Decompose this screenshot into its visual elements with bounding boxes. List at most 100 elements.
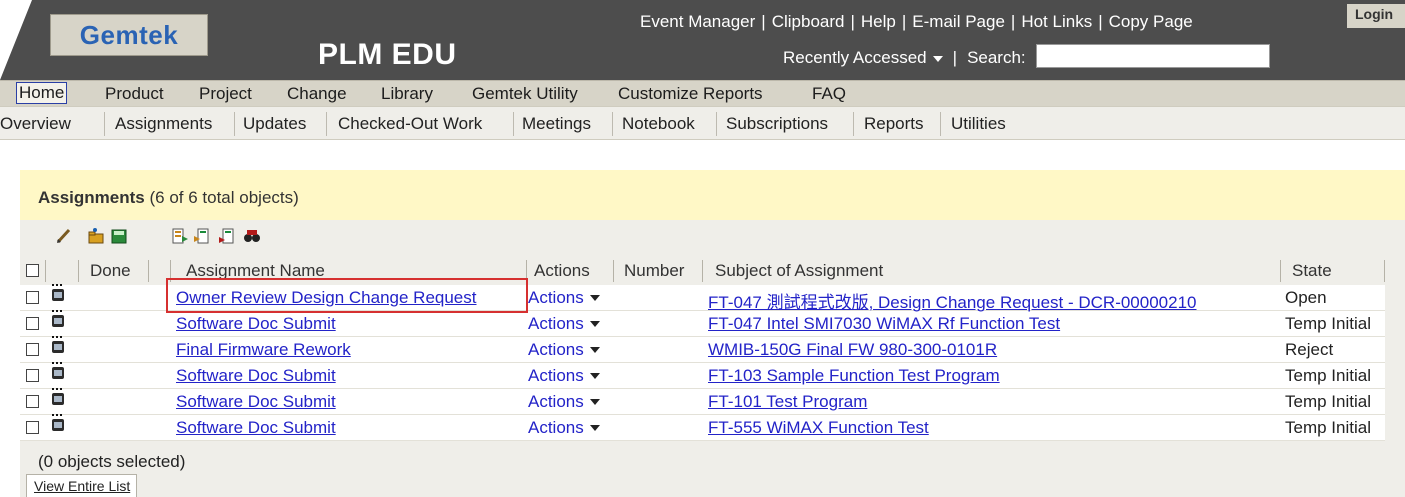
view-entire-list-button[interactable]: View Entire List xyxy=(26,474,138,497)
menu-home[interactable]: Home xyxy=(16,82,68,104)
menu-customize-reports[interactable]: Customize Reports xyxy=(618,84,763,104)
move-icon[interactable] xyxy=(217,226,237,246)
task-icon[interactable] xyxy=(51,310,65,328)
menu-change[interactable]: Change xyxy=(287,84,347,104)
assignment-link[interactable]: Software Doc Submit xyxy=(176,418,336,438)
actions-menu[interactable]: Actions xyxy=(528,314,600,334)
state-value: Temp Initial xyxy=(1285,314,1371,333)
recently-accessed-label: Recently Accessed xyxy=(783,48,927,67)
chevron-down-icon xyxy=(932,55,943,62)
actions-menu[interactable]: Actions xyxy=(528,288,600,308)
tab-updates[interactable]: Updates xyxy=(243,114,306,134)
actions-label: Actions xyxy=(528,366,584,385)
edit-icon[interactable] xyxy=(54,226,74,246)
state-value: Open xyxy=(1285,288,1327,307)
actions-label: Actions xyxy=(528,288,584,307)
email-page-link[interactable]: E-mail Page xyxy=(912,12,1005,31)
selection-status: (0 objects selected) xyxy=(38,452,186,471)
row-checkbox[interactable] xyxy=(26,421,39,434)
tab-overview[interactable]: Overview xyxy=(0,114,71,134)
separator: | xyxy=(761,12,766,31)
tab-assignments[interactable]: Assignments xyxy=(115,114,212,134)
chevron-down-icon xyxy=(589,321,600,327)
copy-page-link[interactable]: Copy Page xyxy=(1109,12,1193,31)
row-checkbox[interactable] xyxy=(26,395,39,408)
task-icon[interactable] xyxy=(51,336,65,354)
tab-divider xyxy=(716,112,717,136)
tab-divider xyxy=(104,112,105,136)
tab-subscriptions[interactable]: Subscriptions xyxy=(726,114,828,134)
menu-library[interactable]: Library xyxy=(381,84,433,104)
help-link[interactable]: Help xyxy=(861,12,896,31)
subject-link[interactable]: WMIB-150G Final FW 980-300-0101R xyxy=(708,340,997,360)
chevron-down-icon xyxy=(589,373,600,379)
clipboard-link[interactable]: Clipboard xyxy=(772,12,845,31)
column-header-done[interactable]: Done xyxy=(90,258,131,284)
row-checkbox[interactable] xyxy=(26,291,39,304)
menu-faq[interactable]: FAQ xyxy=(812,84,846,104)
subject-link[interactable]: FT-047 Intel SMI7030 WiMAX Rf Function T… xyxy=(708,314,1060,334)
task-icon[interactable] xyxy=(51,362,65,380)
separator: | xyxy=(952,48,958,67)
task-icon[interactable] xyxy=(51,388,65,406)
export-icon[interactable] xyxy=(170,226,190,246)
chevron-down-icon xyxy=(589,425,600,431)
column-divider xyxy=(702,260,703,282)
task-icon[interactable] xyxy=(51,414,65,432)
save-icon[interactable] xyxy=(109,226,129,246)
assignment-link[interactable]: Software Doc Submit xyxy=(176,366,336,386)
recently-accessed-menu[interactable]: Recently Accessed xyxy=(783,48,943,68)
menu-project[interactable]: Project xyxy=(199,84,252,104)
column-divider xyxy=(1384,260,1385,282)
menu-gemtek-utility[interactable]: Gemtek Utility xyxy=(472,84,578,104)
actions-menu[interactable]: Actions xyxy=(528,392,600,412)
search-input[interactable] xyxy=(1035,44,1270,68)
actions-label: Actions xyxy=(528,392,584,411)
row-checkbox[interactable] xyxy=(26,369,39,382)
create-folder-icon[interactable] xyxy=(86,226,106,246)
chevron-down-icon xyxy=(589,295,600,301)
find-icon[interactable] xyxy=(242,226,262,246)
main-menubar: Home Product Project Change Library Gemt… xyxy=(0,80,1405,106)
panel-title: Assignments (6 of 6 total objects) xyxy=(38,188,299,208)
assignment-link[interactable]: Software Doc Submit xyxy=(176,314,336,334)
event-manager-link[interactable]: Event Manager xyxy=(640,12,755,31)
assignment-link[interactable]: Owner Review Design Change Request xyxy=(176,288,477,308)
state-value: Reject xyxy=(1285,340,1334,359)
assignment-link[interactable]: Software Doc Submit xyxy=(176,392,336,412)
actions-menu[interactable]: Actions xyxy=(528,418,600,438)
tab-reports[interactable]: Reports xyxy=(864,114,924,134)
actions-menu[interactable]: Actions xyxy=(528,366,600,386)
sub-navigation: Overview Assignments Updates Checked-Out… xyxy=(0,106,1405,140)
subject-link[interactable]: FT-101 Test Program xyxy=(708,392,867,412)
column-divider xyxy=(526,260,527,282)
column-header-state[interactable]: State xyxy=(1292,258,1332,284)
subject-link[interactable]: FT-555 WiMAX Function Test xyxy=(708,418,929,438)
actions-menu[interactable]: Actions xyxy=(528,340,600,360)
select-all-checkbox[interactable] xyxy=(26,264,39,277)
row-checkbox[interactable] xyxy=(26,343,39,356)
task-icon[interactable] xyxy=(51,284,65,302)
tab-divider xyxy=(513,112,514,136)
column-divider xyxy=(170,260,171,282)
subject-link[interactable]: FT-103 Sample Function Test Program xyxy=(708,366,1000,386)
login-button[interactable]: Login xyxy=(1347,4,1405,28)
tab-utilities[interactable]: Utilities xyxy=(951,114,1006,134)
menu-product[interactable]: Product xyxy=(105,84,164,104)
import-icon[interactable] xyxy=(192,226,212,246)
separator: | xyxy=(850,12,855,31)
subject-link[interactable]: FT-047 測試程式改版, Design Change Request - D… xyxy=(708,288,1197,313)
state-value: Temp Initial xyxy=(1285,366,1371,385)
tab-divider xyxy=(234,112,235,136)
hot-links-link[interactable]: Hot Links xyxy=(1021,12,1092,31)
separator: | xyxy=(1010,12,1016,31)
column-header-number[interactable]: Number xyxy=(624,258,684,284)
column-header-assignment-name[interactable]: Assignment Name xyxy=(186,258,325,284)
tab-notebook[interactable]: Notebook xyxy=(622,114,695,134)
column-header-subject[interactable]: Subject of Assignment xyxy=(715,258,883,284)
tab-checked-out-work[interactable]: Checked-Out Work xyxy=(338,114,482,134)
column-header-actions[interactable]: Actions xyxy=(534,258,590,284)
assignment-link[interactable]: Final Firmware Rework xyxy=(176,340,351,360)
tab-meetings[interactable]: Meetings xyxy=(522,114,591,134)
row-checkbox[interactable] xyxy=(26,317,39,330)
